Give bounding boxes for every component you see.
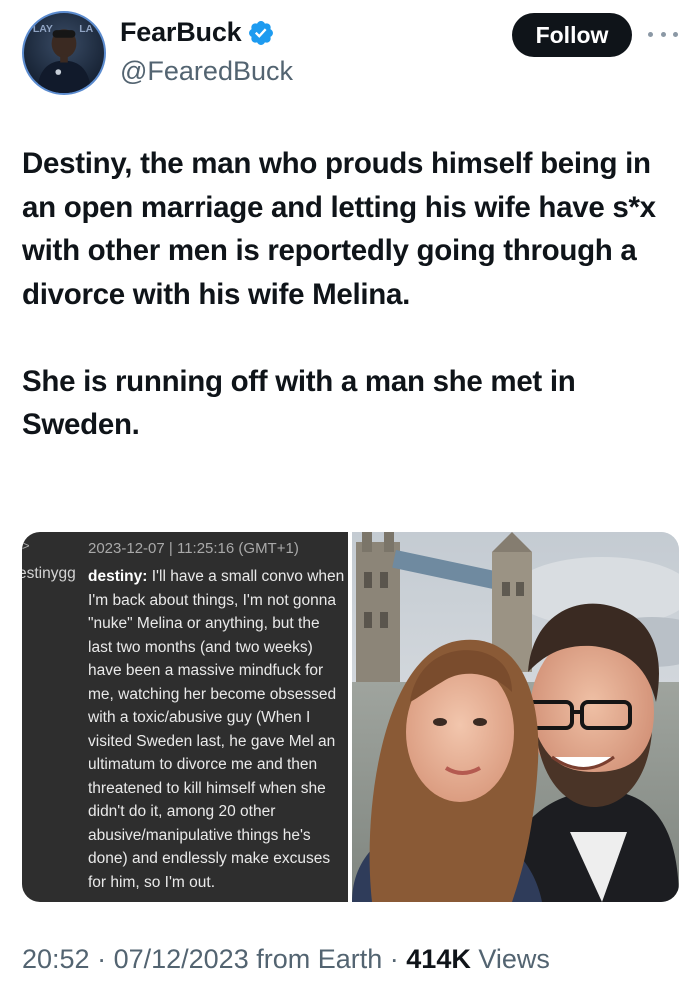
tweet-date[interactable]: 07/12/2023 (114, 944, 249, 974)
meta-separator: · (382, 944, 407, 974)
chat-message-line: abusive/manipulative things he's (88, 826, 311, 844)
tweet-text: Destiny, the man who prouds himself bein… (22, 142, 682, 447)
chat-message-line: done) and endlessly make excuses (88, 850, 331, 867)
chat-message-line: with a toxic/abusive guy (When I (88, 709, 311, 726)
meta-separator: · (89, 944, 114, 974)
chat-author: destiny: (88, 568, 148, 585)
svg-text:LA: LA (79, 24, 93, 35)
tweet-time[interactable]: 20:52 (22, 944, 90, 974)
chat-message-line: me, watching her become obsessed (88, 685, 337, 703)
tweet-media[interactable]: > 2023-12-07 | 11:25:16 (GMT+1) estinygg… (22, 532, 679, 902)
selfie-photo-icon (352, 532, 679, 902)
chat-message-line: last two months (and two weeks) (88, 638, 313, 656)
author-avatar[interactable]: PLAY LA (22, 11, 106, 95)
tweet-paragraph: She is running off with a man she met in… (22, 364, 576, 442)
more-options-icon[interactable] (648, 26, 678, 42)
chat-edge-glyph: > (22, 538, 30, 553)
chat-message-line: threatened to kill himself when she (88, 779, 326, 797)
chat-message: destiny: I'll have a small convo when I'… (88, 565, 348, 894)
chat-timestamp: 2023-12-07 | 11:25:16 (GMT+1) (88, 540, 299, 557)
chat-message-line: for him, so I'm out. (88, 873, 215, 891)
chat-message-line: destiny: I'll have a small convo when (88, 565, 348, 589)
follow-button[interactable]: Follow (512, 13, 632, 57)
chat-message-line: I'm back about things, I'm not gonna (88, 591, 337, 609)
tweet-meta: 20:52 · 07/12/2023 from Earth · 414K Vie… (22, 944, 550, 975)
chat-message-line: ultimatum to divorce me and then (88, 756, 318, 773)
chat-cut-username: estinygg (22, 565, 76, 582)
display-name-text: FearBuck (120, 17, 242, 47)
author-display-name[interactable]: FearBuck (120, 17, 275, 48)
chat-message-line: have been a massive mindfuck for (88, 662, 324, 679)
views-count: 414K (406, 944, 471, 974)
avatar-backdrop-text: PLAY (26, 24, 53, 35)
chat-message-line: didn't do it, among 20 other (88, 803, 276, 820)
chat-screenshot-image[interactable]: > 2023-12-07 | 11:25:16 (GMT+1) estinygg… (22, 532, 348, 902)
tweet-location: from Earth (256, 944, 383, 974)
chat-first-line: I'll have a small convo when (147, 568, 345, 585)
views-label: Views (470, 944, 550, 974)
verified-badge-icon (247, 19, 275, 47)
profile-photo-icon: PLAY LA (26, 24, 94, 93)
tweet-paragraph: Destiny, the man who prouds himself bein… (22, 147, 656, 311)
chat-message-line: visited Sweden last, he gave Mel an (88, 732, 336, 750)
selfie-photo-image[interactable] (352, 532, 679, 902)
author-handle[interactable]: @FearedBuck (120, 56, 293, 87)
chat-message-line: "nuke" Melina or anything, but the (88, 615, 320, 632)
